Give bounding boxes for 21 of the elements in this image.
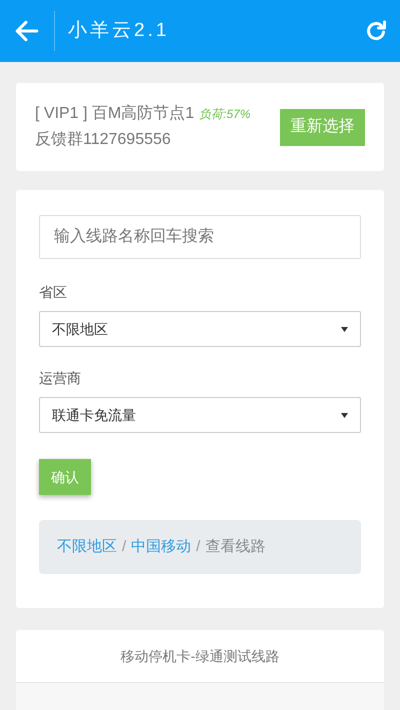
feedback-group: 反馈群1127695556 — [35, 128, 250, 152]
refresh-icon[interactable] — [364, 19, 388, 43]
confirm-button[interactable]: 确认 — [39, 459, 91, 495]
breadcrumb-link[interactable]: 不限地区 — [57, 536, 117, 558]
select-dropdown[interactable]: 不限地区 — [39, 311, 361, 347]
back-arrow-icon[interactable] — [14, 18, 40, 44]
field-label: 省区 — [39, 284, 67, 300]
dropdown-caret-icon — [341, 326, 348, 332]
dropdown-caret-icon — [341, 412, 348, 418]
select-dropdown[interactable]: 联通卡免流量 — [39, 397, 361, 433]
line-title: 移动停机卡-绿通测试线路 — [120, 647, 280, 666]
search-field[interactable]: 输入线路名称回车搜索 — [39, 215, 361, 259]
breadcrumb-separator: / — [122, 536, 126, 557]
breadcrumb-separator: / — [196, 536, 200, 557]
field-label: 运营商 — [39, 370, 81, 386]
app-title: 小羊云2.1 — [68, 18, 170, 43]
reselect-button[interactable]: 重新选择 — [280, 108, 365, 146]
load-label: 负荷:57% — [199, 106, 250, 123]
breadcrumb-link[interactable]: 中国移动 — [131, 536, 192, 558]
node-name: [ VIP1 ] 百M高防节点1 — [35, 104, 194, 124]
breadcrumb-current: 查看线路 — [205, 536, 266, 557]
